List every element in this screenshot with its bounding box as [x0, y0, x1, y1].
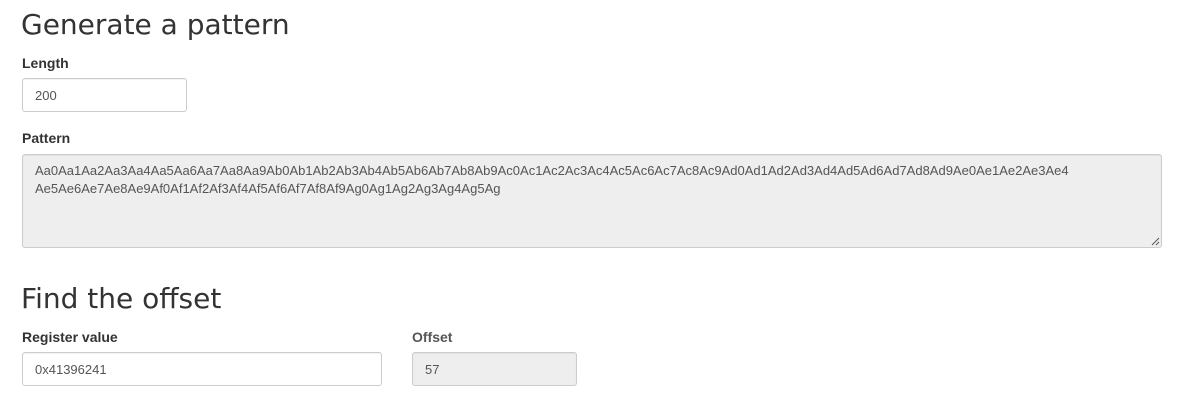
- register-value-label: Register value: [22, 329, 118, 345]
- generate-pattern-heading: Generate a pattern: [21, 8, 290, 41]
- offset-label: Offset: [412, 329, 453, 345]
- pattern-label: Pattern: [22, 130, 71, 146]
- length-input[interactable]: [22, 78, 187, 112]
- length-label: Length: [22, 55, 69, 71]
- pattern-line-2: Ae5Ae6Ae7Ae8Ae9Af0Af1Af2Af3Af4Af5Af6Af7A…: [35, 181, 501, 196]
- register-value-input[interactable]: [22, 352, 382, 386]
- offset-output: [412, 352, 577, 386]
- resize-handle-icon[interactable]: [1151, 237, 1160, 246]
- find-offset-heading: Find the offset: [21, 282, 222, 315]
- pattern-output[interactable]: Aa0Aa1Aa2Aa3Aa4Aa5Aa6Aa7Aa8Aa9Ab0Ab1Ab2A…: [22, 154, 1162, 248]
- pattern-line-1: Aa0Aa1Aa2Aa3Aa4Aa5Aa6Aa7Aa8Aa9Ab0Ab1Ab2A…: [35, 163, 1069, 178]
